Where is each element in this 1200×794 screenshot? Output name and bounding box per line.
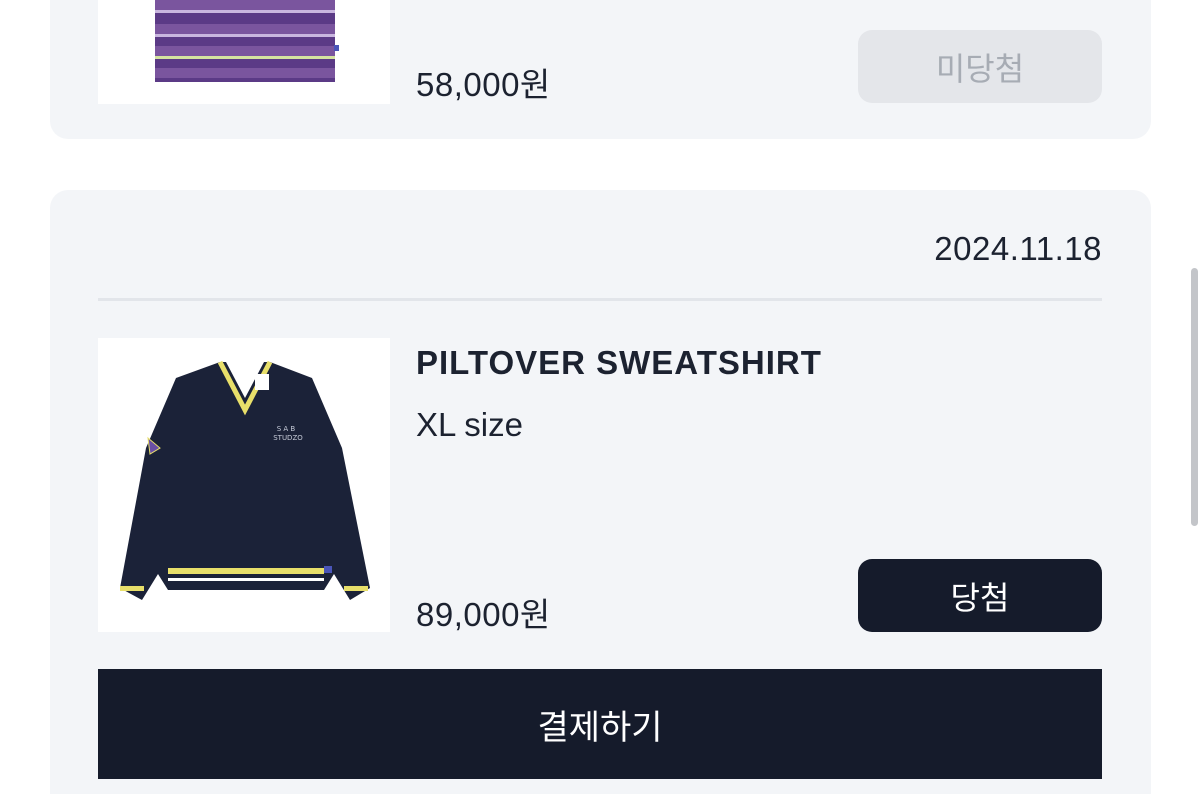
striped-shirt-thumbnail [155,0,339,82]
product-name[interactable]: PILTOVER SWEATSHIRT [416,344,822,382]
navy-sweatshirt-thumbnail: S A B STUDZO [120,360,370,600]
scrollbar[interactable] [1191,268,1198,526]
svg-text:S A B: S A B [277,425,296,433]
price-2: 89,000원 [416,596,551,633]
status-button-not-won[interactable]: 미당첨 [858,30,1102,103]
product-thumbnail-1[interactable] [98,0,390,104]
product-size: XL size [416,406,523,443]
order-card-1: 58,000원 미당첨 [50,0,1151,139]
divider [98,298,1102,301]
order-date: 2024.11.18 [934,230,1102,267]
pay-button[interactable]: 결제하기 [98,669,1102,779]
price-1: 58,000원 [416,66,551,103]
status-button-won[interactable]: 당첨 [858,559,1102,632]
svg-text:STUDZO: STUDZO [273,434,303,442]
order-card-2: 2024.11.18 S A B STUDZO PILTOVER SWEATSH… [50,190,1151,794]
order-history-page: 58,000원 미당첨 2024.11.18 S A B STUDZO PILT… [0,0,1200,794]
product-thumbnail-2[interactable]: S A B STUDZO [98,338,390,632]
